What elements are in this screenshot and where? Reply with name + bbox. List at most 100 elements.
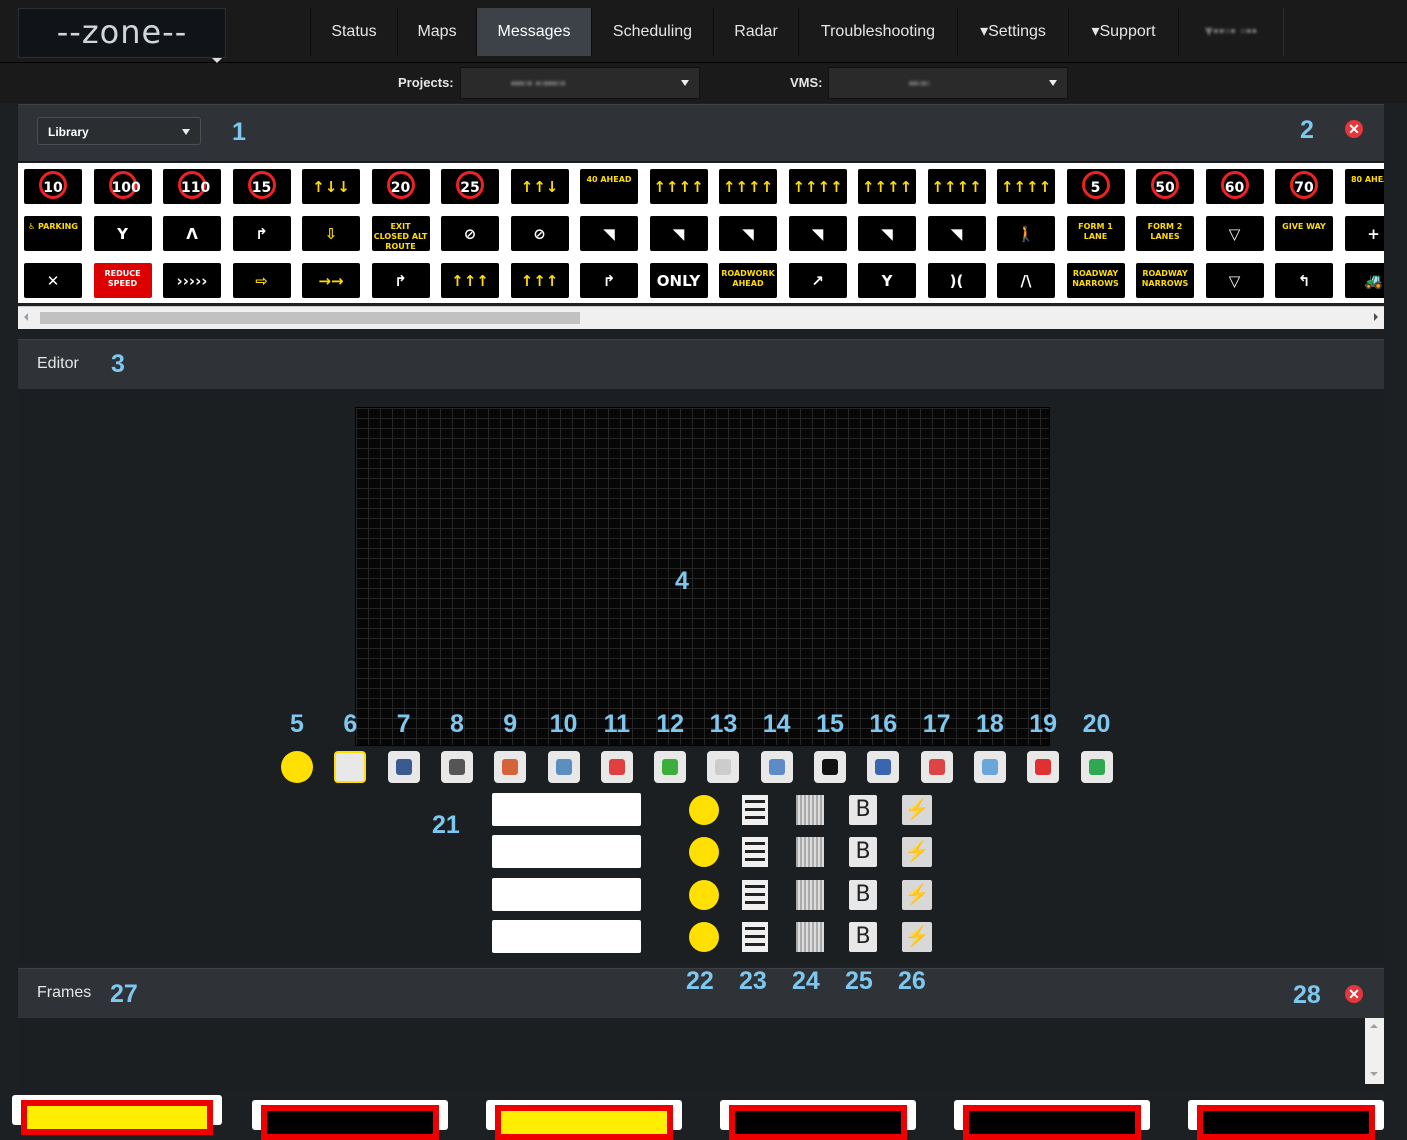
line-bold-button[interactable]: B: [849, 880, 877, 910]
library-sign[interactable]: ✕: [21, 260, 85, 301]
redo-tool-icon[interactable]: [1080, 751, 1113, 783]
library-sign[interactable]: 25: [438, 166, 502, 207]
line-align-icon[interactable]: [742, 922, 768, 952]
library-sign[interactable]: 40 AHEAD: [577, 166, 641, 207]
line-color-icon[interactable]: [689, 837, 719, 867]
library-close-icon[interactable]: ✕: [1345, 120, 1363, 138]
scroll-down-icon[interactable]: [1370, 1072, 1378, 1076]
library-sign[interactable]: ↑↑↑↑: [716, 166, 780, 207]
library-sign[interactable]: ↑↑↑↑: [924, 166, 989, 207]
undo-tool-icon[interactable]: [1027, 751, 1060, 783]
library-sign[interactable]: EXIT CLOSED ALT ROUTE: [368, 213, 433, 254]
line-flash-icon[interactable]: ⚡: [902, 880, 932, 910]
library-sign[interactable]: 5: [1063, 166, 1128, 207]
timer-tool-icon[interactable]: [707, 751, 740, 783]
library-sign[interactable]: ↑↓↓: [299, 166, 363, 207]
scroll-thumb[interactable]: [40, 312, 580, 324]
nav-user-menu[interactable]: ▾▪▪▫▪ ▫▪▪: [1178, 8, 1284, 56]
nav-status[interactable]: Status: [310, 8, 398, 56]
frame-thumbnail[interactable]: [954, 1100, 1150, 1140]
line-align-icon[interactable]: [742, 880, 768, 910]
frame-thumbnail[interactable]: [720, 1100, 916, 1140]
library-sign[interactable]: ⇨: [229, 260, 294, 301]
library-sign[interactable]: 110: [160, 166, 224, 207]
library-sign[interactable]: ◥: [577, 213, 641, 254]
library-sign[interactable]: ↑↑↑↑: [785, 166, 850, 207]
zone-logo[interactable]: --zone--: [18, 8, 226, 58]
line-align-icon[interactable]: [742, 837, 768, 867]
library-sign[interactable]: ROADWAY NARROWS: [1063, 260, 1128, 301]
library-sign[interactable]: FORM 2 LANES: [1133, 213, 1197, 254]
pen-tool-icon[interactable]: [334, 751, 367, 783]
library-sign[interactable]: ⇩: [299, 213, 363, 254]
library-sign[interactable]: ♿ PARKING: [21, 213, 85, 254]
library-sign[interactable]: ◥: [855, 213, 919, 254]
line-flash-icon[interactable]: ⚡: [902, 795, 932, 825]
library-sign[interactable]: 🚜: [1341, 260, 1384, 301]
line-flash-icon[interactable]: ⚡: [902, 837, 932, 867]
library-sign[interactable]: 70: [1272, 166, 1336, 207]
eraser-tool-icon[interactable]: [387, 751, 420, 783]
library-sign[interactable]: )(: [924, 260, 989, 301]
library-sign[interactable]: ↰: [1272, 260, 1336, 301]
frame-thumbnail[interactable]: [252, 1100, 448, 1140]
split-tool-icon[interactable]: [494, 751, 527, 783]
line-bold-button[interactable]: B: [849, 922, 877, 952]
nav-settings[interactable]: ▾Settings: [957, 8, 1069, 56]
nav-troubleshooting[interactable]: Troubleshooting: [798, 8, 958, 56]
library-sign[interactable]: Λ: [160, 213, 224, 254]
library-sign[interactable]: ↑↑↓: [507, 166, 572, 207]
library-sign[interactable]: ◥: [646, 213, 711, 254]
link-tool-icon[interactable]: [547, 751, 580, 783]
library-sign[interactable]: 10: [21, 166, 85, 207]
line-color-icon[interactable]: [689, 922, 719, 952]
library-sign[interactable]: 100: [90, 166, 155, 207]
library-sign[interactable]: Y: [90, 213, 155, 254]
library-sign[interactable]: +: [1341, 213, 1384, 254]
library-sign[interactable]: 80 AHEAD: [1341, 166, 1384, 207]
library-sign[interactable]: ↱: [368, 260, 433, 301]
library-sign[interactable]: ◥: [924, 213, 989, 254]
library-sign[interactable]: Y: [855, 260, 919, 301]
save-tool-icon[interactable]: [867, 751, 900, 783]
text-line-input[interactable]: [492, 835, 641, 868]
nav-maps[interactable]: Maps: [397, 8, 477, 56]
color-dot-tool-icon[interactable]: [281, 751, 313, 783]
add-tool-icon[interactable]: [654, 751, 687, 783]
line-bold-button[interactable]: B: [849, 795, 877, 825]
library-sign[interactable]: ROADWORK AHEAD: [716, 260, 780, 301]
line-color-icon[interactable]: [689, 795, 719, 825]
flash-tool-icon[interactable]: [440, 751, 473, 783]
library-sign[interactable]: ↗: [785, 260, 850, 301]
library-sign[interactable]: ◥: [716, 213, 780, 254]
library-sign[interactable]: ROADWAY NARROWS: [1133, 260, 1197, 301]
line-color-icon[interactable]: [689, 880, 719, 910]
library-sign[interactable]: ↑↑↑↑: [646, 166, 711, 207]
library-sign[interactable]: /\: [994, 260, 1058, 301]
nav-support[interactable]: ▾Support: [1068, 8, 1179, 56]
library-sign[interactable]: ↑↑↑: [507, 260, 572, 301]
frames-close-icon[interactable]: ✕: [1345, 985, 1363, 1003]
text-line-input[interactable]: [492, 920, 641, 953]
library-sign[interactable]: REDUCE SPEED: [90, 260, 155, 301]
line-font-icon[interactable]: [796, 837, 824, 867]
library-sign[interactable]: ↑↑↑↑: [855, 166, 919, 207]
library-sign[interactable]: ONLY: [646, 260, 711, 301]
nav-scheduling[interactable]: Scheduling: [591, 8, 714, 56]
library-sign[interactable]: GIVE WAY: [1272, 213, 1336, 254]
frame-thumbnail[interactable]: [12, 1095, 222, 1135]
line-font-icon[interactable]: [796, 922, 824, 952]
scroll-right-icon[interactable]: [1374, 313, 1378, 321]
frame-thumbnail[interactable]: [486, 1100, 682, 1140]
scroll-up-icon[interactable]: [1370, 1024, 1378, 1028]
library-sign[interactable]: ▽: [1202, 213, 1267, 254]
line-align-icon[interactable]: [742, 795, 768, 825]
library-sign[interactable]: 🚶: [994, 213, 1058, 254]
library-sign[interactable]: 50: [1133, 166, 1197, 207]
scroll-left-icon[interactable]: [24, 313, 28, 321]
library-sign[interactable]: ◥: [785, 213, 850, 254]
library-sign[interactable]: FORM 1 LANE: [1063, 213, 1128, 254]
led-matrix-canvas[interactable]: [355, 407, 1050, 746]
line-font-icon[interactable]: [796, 880, 824, 910]
library-sign[interactable]: ▽: [1202, 260, 1267, 301]
